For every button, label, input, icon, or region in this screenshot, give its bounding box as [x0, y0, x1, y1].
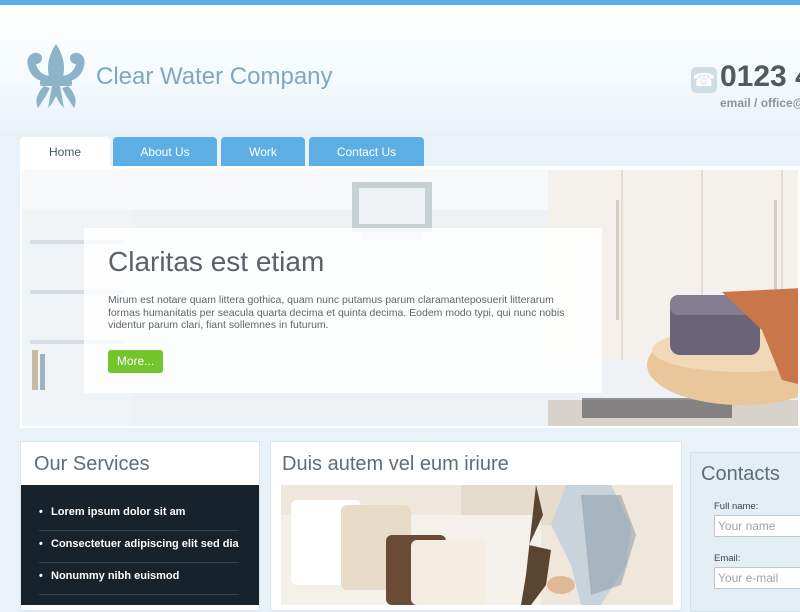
phone-number: 0123 4: [720, 60, 800, 93]
bullet-icon: •: [39, 506, 43, 518]
more-button[interactable]: More...: [108, 350, 163, 373]
middle-title: Duis autem vel eum iriure: [282, 453, 509, 475]
bullet-icon: •: [39, 570, 43, 582]
services-list: • Lorem ipsum dolor sit am • Consectetue…: [21, 485, 259, 605]
contacts-panel: Contacts Full name: Email:: [690, 452, 800, 612]
service-item-label: Consectetuer adipiscing elit sed dia: [51, 538, 239, 550]
hero-title: Claritas est etiam: [108, 246, 325, 277]
service-item[interactable]: • Nonummy nibh euismod: [39, 565, 239, 595]
hero-description: Mirum est notare quam littera gothica, q…: [108, 294, 565, 331]
site-header: Clear Water Company ☎ 0123 4 email / off…: [0, 5, 800, 130]
hero-text-box: Claritas est etiam Mirum est notare quam…: [84, 228, 602, 393]
tab-work[interactable]: Work: [221, 137, 305, 167]
email-label: Email:: [714, 553, 741, 564]
telephone-icon: ☎: [691, 67, 717, 93]
bedroom-photo: [281, 485, 673, 605]
fullname-label: Full name:: [714, 501, 759, 512]
service-item-label: Lorem ipsum dolor sit am: [51, 506, 186, 518]
tab-home[interactable]: Home: [20, 137, 110, 169]
hero-banner: Claritas est etiam Mirum est notare quam…: [20, 168, 800, 428]
email-field[interactable]: [714, 567, 800, 589]
bullet-icon: •: [39, 538, 43, 550]
company-name[interactable]: Clear Water Company: [96, 63, 333, 91]
service-item-label: Nonummy nibh euismod: [51, 570, 180, 582]
tab-about-us[interactable]: About Us: [113, 137, 217, 167]
contacts-title: Contacts: [701, 463, 780, 485]
service-item[interactable]: • Consectetuer adipiscing elit sed dia: [39, 533, 239, 563]
tab-contact-us[interactable]: Contact Us: [309, 137, 424, 167]
services-panel: Our Services • Lorem ipsum dolor sit am …: [20, 441, 260, 611]
email-address[interactable]: email / office@: [720, 96, 800, 110]
service-item[interactable]: • Lorem ipsum dolor sit am: [39, 501, 239, 531]
middle-panel: Duis autem vel eum iriure: [270, 441, 682, 611]
fullname-field[interactable]: [714, 515, 800, 537]
fleur-de-lis-icon[interactable]: [22, 42, 90, 112]
services-title: Our Services: [34, 453, 150, 475]
